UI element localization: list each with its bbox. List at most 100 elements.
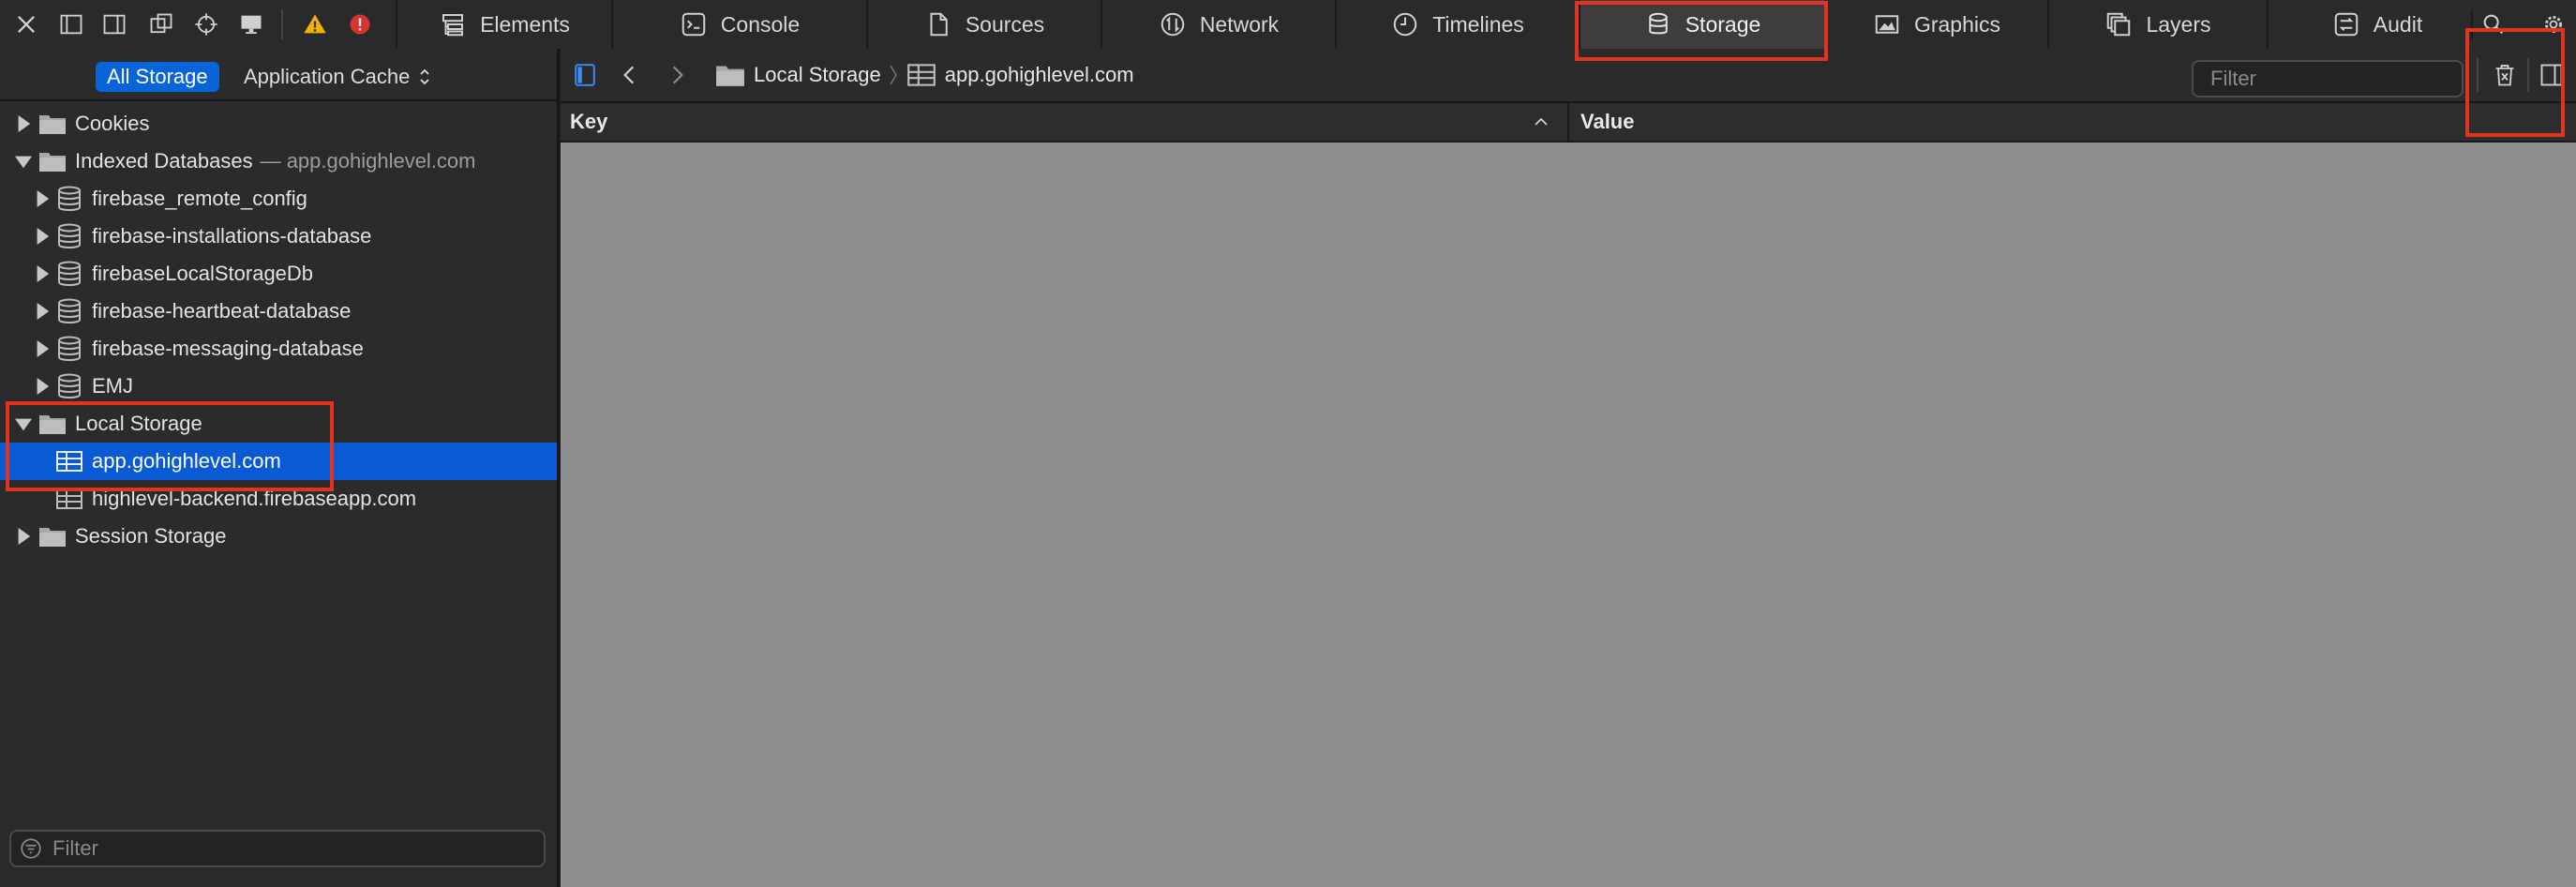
tab-console[interactable]: Console (611, 0, 866, 49)
sort-ascending-icon (1535, 117, 1548, 126)
disclosure-right-icon[interactable] (34, 378, 51, 395)
column-key-label: Key (570, 110, 608, 133)
inspect-crosshair-icon[interactable] (189, 8, 223, 41)
column-header-value[interactable]: Value (1580, 103, 2555, 141)
database-icon (58, 261, 81, 286)
disclosure-right-icon[interactable] (34, 190, 51, 207)
toolbar-separator (2471, 9, 2473, 39)
table-icon (56, 489, 82, 509)
clear-storage-trash-icon[interactable] (2490, 60, 2520, 90)
folder-icon (39, 153, 66, 172)
network-icon (1161, 12, 1185, 37)
device-icon[interactable] (234, 8, 268, 41)
tab-label: Network (1199, 11, 1280, 37)
all-storage-button[interactable]: All Storage (96, 62, 219, 92)
database-icon (58, 336, 81, 361)
error-icon[interactable] (343, 8, 377, 41)
tab-label: Timelines (1432, 11, 1524, 37)
dock-bottom-icon[interactable] (54, 8, 88, 41)
column-header-key[interactable]: Key (570, 103, 1556, 141)
breadcrumb-folder[interactable]: Local Storage (754, 63, 881, 87)
tree-item-indexed-databases[interactable]: Indexed Databases — app.gohighlevel.com (0, 143, 557, 180)
tree-item-database[interactable]: firebase-installations-database (0, 218, 557, 255)
toggle-details-sidebar-icon[interactable] (2537, 60, 2567, 90)
tab-label: Layers (2146, 11, 2211, 37)
breadcrumb-separator-icon (890, 65, 897, 85)
sidebar-filter-input[interactable] (51, 835, 544, 862)
navigation-bar: Local Storage app.gohighlevel.com (561, 49, 2576, 103)
tab-label: Audit (2373, 11, 2423, 37)
toggle-sidebar-icon[interactable] (570, 60, 600, 90)
tab-label: Elements (480, 11, 570, 37)
sources-icon (930, 12, 948, 37)
settings-gear-icon[interactable] (2535, 8, 2572, 41)
chevron-updown-icon (420, 68, 429, 85)
sidebar-filter-field[interactable] (9, 830, 546, 867)
disclosure-down-icon[interactable] (15, 415, 32, 432)
search-icon[interactable] (2477, 8, 2510, 41)
tree-item-database[interactable]: firebase_remote_config (0, 180, 557, 218)
breadcrumb-item[interactable]: app.gohighlevel.com (945, 63, 1134, 87)
folder-icon (39, 115, 66, 134)
tree-item-local-origin[interactable]: highlevel-backend.firebaseapp.com (0, 480, 557, 518)
forward-chevron-icon[interactable] (662, 60, 692, 90)
graphics-icon (1875, 15, 1899, 34)
folder-icon (39, 528, 66, 547)
tree-item-local-storage[interactable]: Local Storage (0, 405, 557, 443)
content-filter-field[interactable] (2192, 60, 2482, 98)
tab-sources[interactable]: Sources (866, 0, 1101, 49)
tree-item-database[interactable]: firebaseLocalStorageDb (0, 255, 557, 293)
scope-bar: All Storage Application Cache (0, 49, 557, 101)
tab-elements[interactable]: Elements (396, 0, 611, 49)
tab-layers[interactable]: Layers (2047, 0, 2267, 49)
tree-item-label: Cookies (75, 112, 150, 135)
close-icon[interactable] (9, 8, 43, 41)
dock-side-icon[interactable] (97, 8, 131, 41)
folder-icon (716, 66, 744, 86)
undock-icon[interactable] (144, 8, 178, 41)
disclosure-right-icon[interactable] (34, 265, 51, 282)
tree-item-local-origin-selected[interactable]: app.gohighlevel.com (0, 443, 557, 480)
disclosure-right-icon[interactable] (34, 340, 51, 357)
tab-label: Storage (1685, 11, 1761, 37)
disclosure-right-icon[interactable] (34, 303, 51, 320)
tree-item-database[interactable]: firebase-heartbeat-database (0, 293, 557, 330)
tree-item-label: firebase-heartbeat-database (92, 299, 352, 323)
disclosure-down-icon[interactable] (15, 153, 32, 170)
tab-network[interactable]: Network (1101, 0, 1335, 49)
disclosure-right-icon[interactable] (15, 528, 32, 545)
database-icon (58, 373, 81, 398)
tree-item-label: highlevel-backend.firebaseapp.com (92, 487, 417, 510)
key-value-table-body (561, 143, 2576, 887)
column-divider[interactable] (1567, 103, 1569, 141)
tree-item-label: Local Storage (75, 412, 202, 435)
tree-item-cookies[interactable]: Cookies (0, 105, 557, 143)
tree-item-database[interactable]: firebase-messaging-database (0, 330, 557, 368)
back-chevron-icon[interactable] (615, 60, 645, 90)
tree-item-label: firebase_remote_config (92, 187, 307, 210)
tree-item-database[interactable]: EMJ (0, 368, 557, 405)
folder-icon (39, 415, 66, 434)
tab-label: Sources (965, 11, 1045, 37)
tree-item-label: Session Storage (75, 524, 227, 548)
storage-content: Local Storage app.gohighlevel.com Key Va… (561, 49, 2576, 887)
warning-icon[interactable] (298, 8, 332, 41)
application-cache-button[interactable]: Application Cache (232, 62, 442, 92)
disclosure-right-icon[interactable] (34, 228, 51, 245)
toolbar-separator (2477, 58, 2479, 92)
disclosure-right-icon[interactable] (15, 115, 32, 132)
elements-icon (442, 14, 464, 37)
tab-bar: Elements Console Sources Network Timelin… (0, 0, 2576, 51)
tab-timelines[interactable]: Timelines (1335, 0, 1579, 49)
tab-audit[interactable]: Audit (2267, 0, 2486, 49)
tab-label: Graphics (1913, 11, 2001, 37)
table-icon (56, 451, 82, 472)
tree-item-label: app.gohighlevel.com (92, 449, 281, 473)
tab-storage[interactable]: Storage (1579, 0, 1824, 49)
tree-item-session-storage[interactable]: Session Storage (0, 518, 557, 555)
content-filter-input[interactable] (2209, 66, 2482, 92)
tab-graphics[interactable]: Graphics (1824, 0, 2047, 49)
table-icon (906, 64, 936, 86)
breadcrumb: Local Storage app.gohighlevel.com (714, 60, 1134, 90)
tree-item-label: Indexed Databases (75, 149, 253, 173)
